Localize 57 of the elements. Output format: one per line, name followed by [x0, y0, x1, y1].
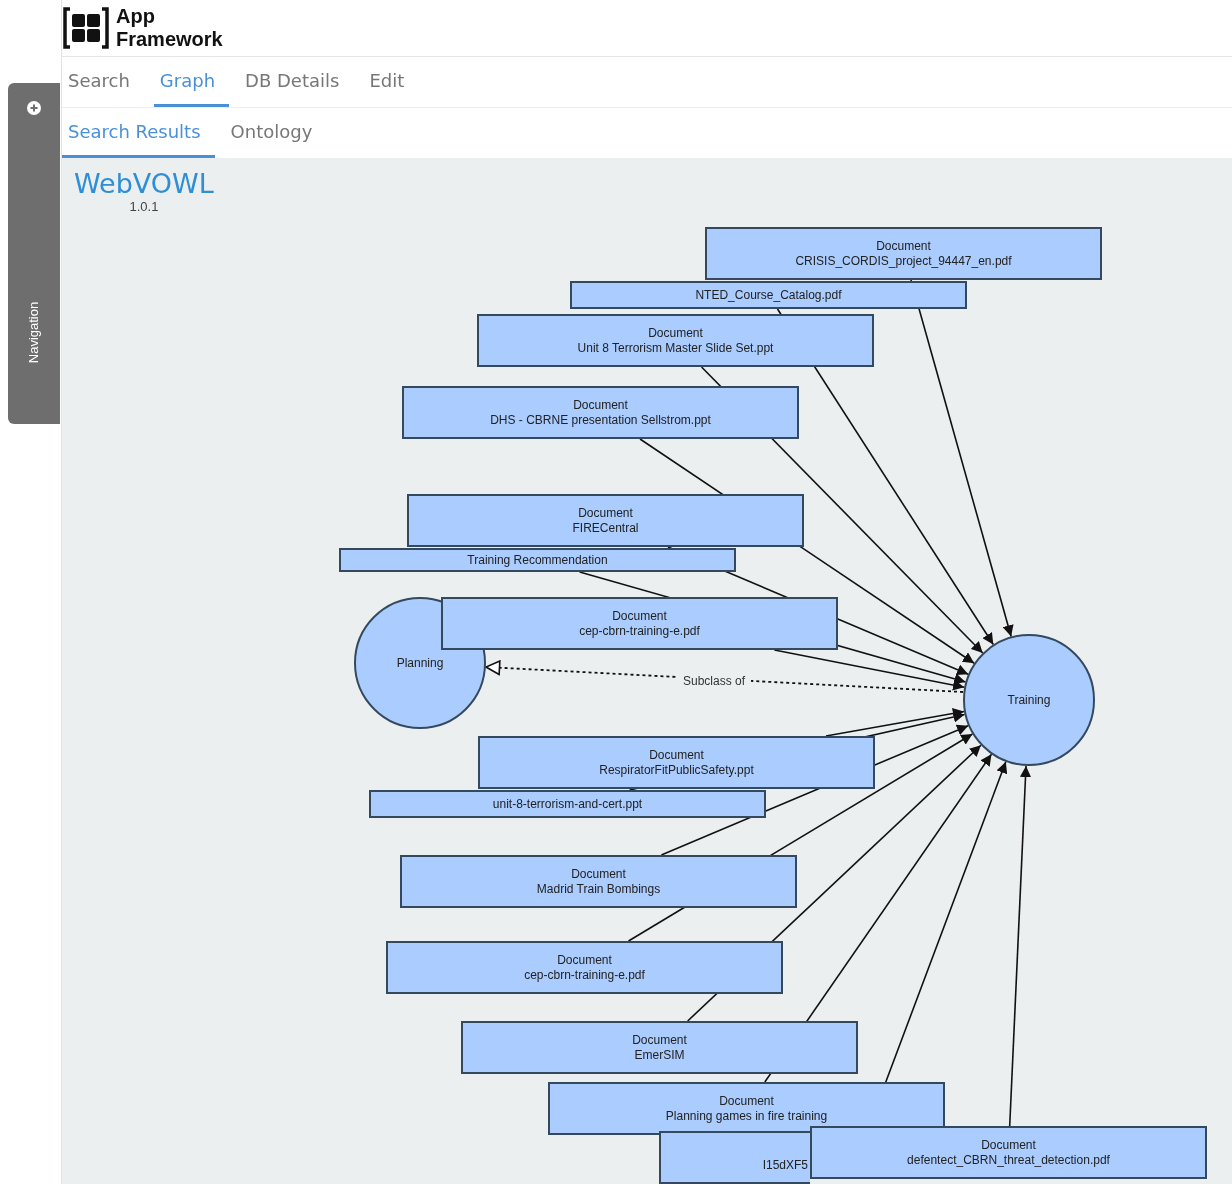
graph-title: WebVOWL: [74, 168, 214, 199]
class-node[interactable]: Document defentect_CBRN_threat_detection.pdf: [810, 1126, 1207, 1179]
node-type-label: Document: [632, 1032, 687, 1048]
plus-circle-icon: [27, 101, 41, 115]
class-circle[interactable]: Training: [963, 634, 1095, 766]
nav-tab[interactable]: Edit: [363, 57, 419, 107]
class-node[interactable]: Document Planning games in fire training: [548, 1082, 945, 1135]
node-type-label: Document: [719, 1093, 774, 1109]
nav-tab[interactable]: DB Details: [239, 57, 354, 107]
edge-label: Subclass of: [677, 674, 752, 688]
node-type-label: Document: [557, 952, 612, 968]
node-label: Unit 8 Terrorism Master Slide Set.ppt: [577, 340, 774, 356]
node-type-label: Document: [571, 866, 626, 882]
node-label: RespiratorFitPublicSafety.ppt: [599, 762, 754, 778]
class-node[interactable]: Document Unit 8 Terrorism Master Slide Set.ppt: [477, 314, 874, 367]
class-node[interactable]: Document cep-cbrn-training-e.pdf: [386, 941, 783, 994]
node-type-label: Document: [573, 397, 628, 413]
node-label: DHS - CBRNE presentation Sellstrom.ppt: [490, 412, 711, 428]
version-label: 1.0.1: [129, 199, 159, 214]
sub-tab[interactable]: Ontology: [224, 108, 327, 158]
node-label: cep-cbrn-training-e.pdf: [579, 623, 700, 639]
node-label: FIRECentral: [572, 520, 639, 536]
navigation-label: Navigation: [26, 301, 42, 364]
node-label: unit-8-terrorism-and-cert.ppt: [492, 796, 643, 812]
class-node[interactable]: unit-8-terrorism-and-cert.ppt: [369, 790, 766, 818]
node-label: NTED_Course_Catalog.pdf: [695, 287, 842, 303]
node-label: cep-cbrn-training-e.pdf: [524, 967, 645, 983]
node-label: Training: [1007, 693, 1051, 707]
node-label: CRISIS_CORDIS_project_94447_en.pdf: [795, 253, 1012, 269]
class-node[interactable]: Document cep-cbrn-training-e.pdf: [441, 597, 838, 650]
node-type-label: Document: [648, 325, 703, 341]
class-node[interactable]: Document FIRECentral: [407, 494, 804, 547]
class-node[interactable]: I15dXF5: [659, 1131, 810, 1184]
navigation-tab[interactable]: Navigation: [8, 83, 60, 424]
class-node[interactable]: Document RespiratorFitPublicSafety.ppt: [478, 736, 875, 789]
app-title: Framework: [116, 28, 223, 51]
node-label: Training Recommendation: [467, 552, 608, 568]
node-label: Madrid Train Bombings: [536, 881, 661, 897]
node-type-label: Document: [578, 505, 633, 521]
node-label: EmerSIM: [634, 1047, 685, 1063]
class-node[interactable]: Document DHS - CBRNE presentation Sellstrom.ppt: [402, 386, 799, 439]
class-node[interactable]: Document CRISIS_CORDIS_project_94447_en.pdf: [705, 227, 1102, 280]
logo-icon: [62, 6, 110, 50]
node-label: defentect_CBRN_threat_detection.pdf: [907, 1152, 1110, 1168]
class-node[interactable]: Training Recommendation: [339, 548, 736, 572]
node-type-label: Document: [981, 1137, 1036, 1153]
node-label: I15dXF5: [762, 1157, 808, 1173]
node-type-label: Document: [876, 238, 931, 254]
class-node[interactable]: NTED_Course_Catalog.pdf: [570, 281, 967, 309]
node-type-label: Document: [612, 608, 667, 624]
node-label: Planning games in fire training: [665, 1108, 828, 1124]
node-label: Planning: [396, 656, 444, 670]
class-node[interactable]: Document EmerSIM: [461, 1021, 858, 1074]
node-type-label: Document: [649, 747, 704, 763]
app-title: App: [116, 5, 156, 28]
nav-tab[interactable]: Search: [62, 57, 144, 107]
class-node[interactable]: Document Madrid Train Bombings: [400, 855, 797, 908]
